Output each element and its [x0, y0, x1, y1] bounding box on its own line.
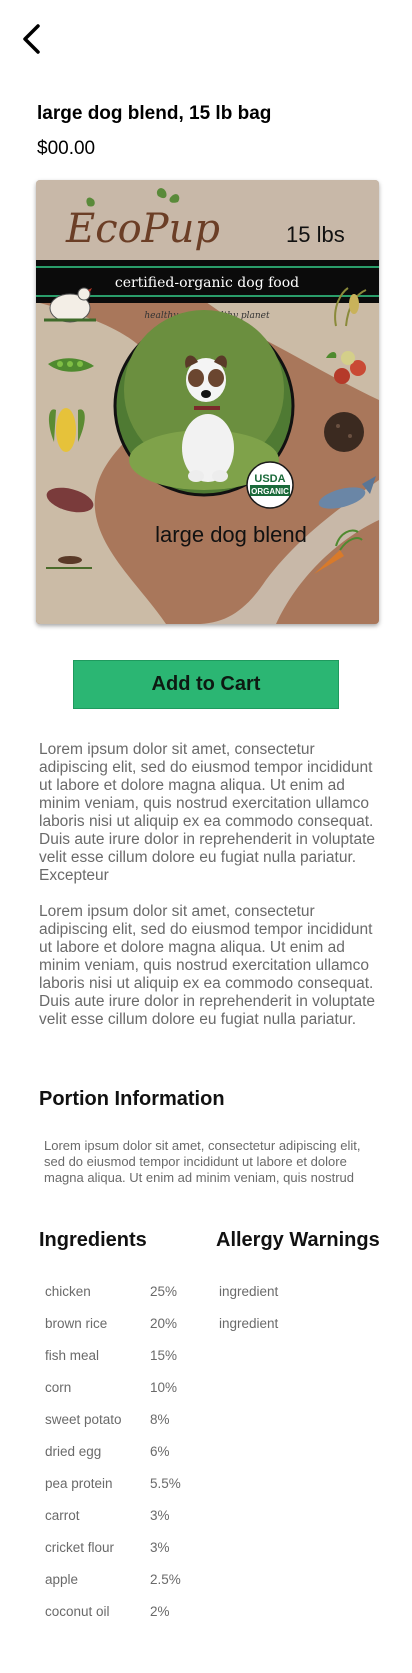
ingredient-name: dried egg — [45, 1444, 102, 1459]
add-to-cart-button[interactable]: Add to Cart — [73, 660, 339, 709]
ingredient-name: corn — [45, 1380, 72, 1395]
package-variant: large dog blend — [155, 522, 307, 547]
ingredient-name: coconut oil — [45, 1604, 110, 1619]
product-title: large dog blend, 15 lb bag — [37, 103, 272, 124]
ingredient-percent: 2% — [150, 1604, 170, 1619]
ingredient-percent: 15% — [150, 1348, 178, 1363]
ingredient-percent: 6% — [150, 1444, 170, 1459]
ingredient-percent: 2.5% — [150, 1572, 181, 1587]
ingredients-heading: Ingredients — [39, 1229, 147, 1251]
ingredient-percent: 25% — [150, 1284, 178, 1299]
description-paragraph: Lorem ipsum dolor sit amet, consectetur … — [39, 741, 376, 884]
portion-heading: Portion Information — [39, 1088, 225, 1110]
ingredient-name: apple — [45, 1572, 79, 1587]
usda-seal-top: USDA — [254, 473, 285, 485]
ingredient-percent: 3% — [150, 1540, 170, 1555]
ingredient-name: fish meal — [45, 1348, 100, 1363]
allergy-item: ingredient — [219, 1316, 279, 1331]
ingredient-percent: 10% — [150, 1380, 178, 1395]
ingredient-name: brown rice — [45, 1316, 108, 1331]
chevron-left-icon — [23, 24, 40, 54]
ingredient-name: cricket flour — [45, 1540, 115, 1555]
ingredient-percent: 20% — [150, 1316, 178, 1331]
description-paragraph: Lorem ipsum dolor sit amet, consectetur … — [39, 903, 376, 1028]
ingredient-percent: 5.5% — [150, 1476, 181, 1491]
package-weight: 15 lbs — [286, 222, 345, 247]
ingredient-name: carrot — [45, 1508, 80, 1523]
ingredient-percent: 8% — [150, 1412, 170, 1427]
cricket-flour-illustration — [324, 412, 364, 452]
package-brand: EcoPup — [65, 206, 220, 252]
allergy-item: ingredient — [219, 1284, 279, 1299]
ingredient-percent: 3% — [150, 1508, 170, 1523]
portion-text: Lorem ipsum dolor sit amet, consectetur … — [44, 1138, 361, 1185]
ingredient-name: pea protein — [45, 1476, 113, 1491]
usda-seal-bottom: ORGANIC — [251, 487, 289, 496]
ingredient-name: sweet potato — [45, 1412, 122, 1427]
back-button[interactable] — [20, 22, 50, 56]
product-price: $00.00 — [37, 138, 96, 159]
package-banner: certified-organic dog food — [115, 275, 299, 291]
ingredient-name: chicken — [45, 1284, 91, 1299]
allergy-heading: Allergy Warnings — [216, 1229, 380, 1251]
product-image: EcoPup 15 lbs certified-organic dog food… — [36, 180, 379, 624]
